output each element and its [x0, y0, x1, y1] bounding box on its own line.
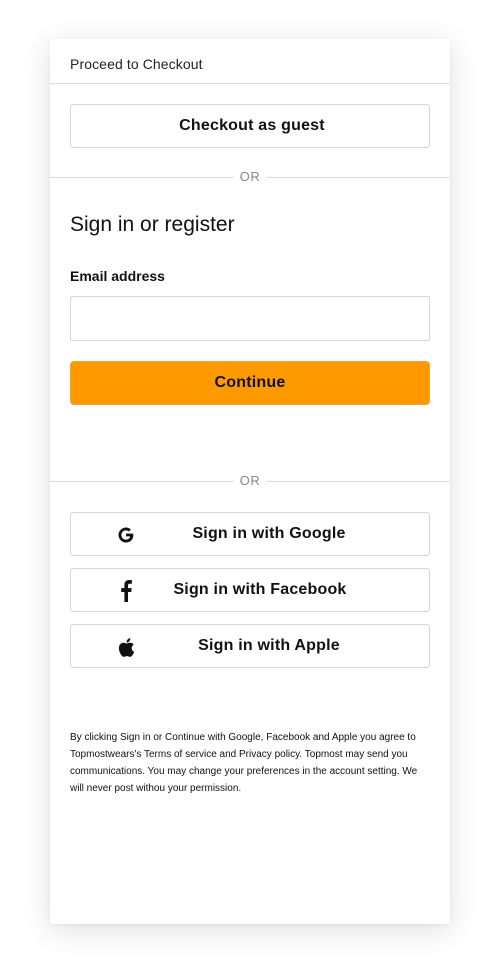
sign-in-facebook-button[interactable]: Sign in with Facebook [70, 568, 430, 612]
sign-in-google-button[interactable]: Sign in with Google [70, 512, 430, 556]
sign-in-apple-button[interactable]: Sign in with Apple [70, 624, 430, 668]
continue-button[interactable]: Continue [70, 361, 430, 405]
continue-label: Continue [214, 374, 286, 391]
email-field[interactable] [70, 296, 430, 341]
sign-in-google-label: Sign in with Google [192, 525, 346, 542]
sign-in-apple-label: Sign in with Apple [198, 637, 340, 654]
page-title: Proceed to Checkout [70, 56, 203, 72]
legal-disclaimer: By clicking Sign in or Continue with Goo… [70, 732, 418, 794]
email-label: Email address [70, 268, 165, 284]
checkout-as-guest-button[interactable]: Checkout as guest [70, 104, 430, 148]
or-divider: OR [50, 169, 450, 185]
checkout-card: Proceed to Checkout Checkout as guest OR… [50, 39, 450, 924]
or-divider-social: OR [50, 473, 450, 489]
sign-in-facebook-label: Sign in with Facebook [173, 581, 347, 598]
or-divider-social-text: OR [233, 473, 267, 489]
or-divider-text: OR [233, 169, 267, 185]
signin-title: Sign in or register [70, 213, 235, 236]
checkout-as-guest-label: Checkout as guest [179, 117, 325, 134]
checkout-header: Proceed to Checkout [50, 39, 450, 84]
